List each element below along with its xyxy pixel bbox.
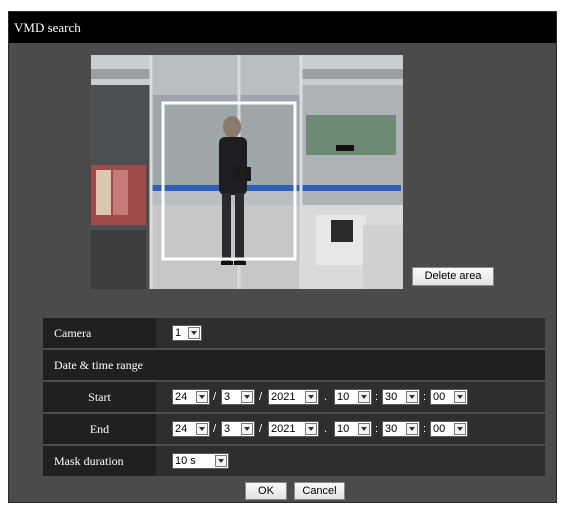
time-separator: : <box>423 391 427 403</box>
datetime-separator: . <box>324 391 328 403</box>
end-month-select[interactable]: 3 <box>221 421 255 437</box>
end-minute-select[interactable]: 30 <box>382 421 420 437</box>
chevron-down-icon <box>454 423 466 435</box>
end-hour-select[interactable]: 10 <box>334 421 372 437</box>
chevron-down-icon <box>358 391 370 403</box>
chevron-down-icon <box>406 391 418 403</box>
chevron-down-icon <box>196 423 208 435</box>
datetime-separator: . <box>324 423 328 435</box>
mask-duration-row: Mask duration 10 s <box>43 446 545 476</box>
mask-duration-label: Mask duration <box>54 454 124 468</box>
end-row: End 24 / 3 / 2021 . 10 : 30 : 00 <box>43 414 545 444</box>
start-month-select[interactable]: 3 <box>221 389 255 405</box>
time-separator: : <box>423 423 427 435</box>
time-separator: : <box>375 423 379 435</box>
camera-scene <box>91 55 403 289</box>
start-minute-select[interactable]: 30 <box>382 389 420 405</box>
camera-label: Camera <box>54 326 92 340</box>
start-year-select[interactable]: 2021 <box>268 389 319 405</box>
chevron-down-icon <box>188 327 200 339</box>
date-range-row: Date & time range <box>43 350 545 380</box>
delete-area-button[interactable]: Delete area <box>412 267 494 286</box>
date-range-label: Date & time range <box>54 358 143 372</box>
end-day-select[interactable]: 24 <box>172 421 210 437</box>
cancel-button[interactable]: Cancel <box>294 482 345 500</box>
chevron-down-icon <box>454 391 466 403</box>
camera-row: Camera 1 <box>43 318 545 348</box>
start-hour-select[interactable]: 10 <box>334 389 372 405</box>
start-row: Start 24 / 3 / 2021 . 10 : 30 : 00 <box>43 382 545 412</box>
mask-duration-select[interactable]: 10 s <box>172 453 229 469</box>
end-year-select[interactable]: 2021 <box>268 421 319 437</box>
chevron-down-icon <box>241 423 253 435</box>
start-day-select[interactable]: 24 <box>172 389 210 405</box>
vmd-search-dialog: VMD search Delete area Camera 1 Date & t… <box>8 11 557 503</box>
camera-select[interactable]: 1 <box>172 325 202 341</box>
chevron-down-icon <box>406 423 418 435</box>
chevron-down-icon <box>196 391 208 403</box>
start-second-select[interactable]: 00 <box>430 389 468 405</box>
date-separator: / <box>213 391 217 403</box>
date-separator: / <box>259 391 263 403</box>
chevron-down-icon <box>305 423 317 435</box>
chevron-down-icon <box>215 455 227 467</box>
end-second-select[interactable]: 00 <box>430 421 468 437</box>
chevron-down-icon <box>241 391 253 403</box>
date-separator: / <box>259 423 263 435</box>
date-separator: / <box>213 423 217 435</box>
chevron-down-icon <box>358 423 370 435</box>
ok-button[interactable]: OK <box>245 482 287 500</box>
end-label: End <box>89 422 110 436</box>
chevron-down-icon <box>305 391 317 403</box>
dialog-title: VMD search <box>9 12 556 43</box>
start-label: Start <box>88 390 111 404</box>
time-separator: : <box>375 391 379 403</box>
camera-image[interactable] <box>91 55 403 289</box>
search-form: Camera 1 Date & time range Start 24 / 3 … <box>43 318 545 478</box>
